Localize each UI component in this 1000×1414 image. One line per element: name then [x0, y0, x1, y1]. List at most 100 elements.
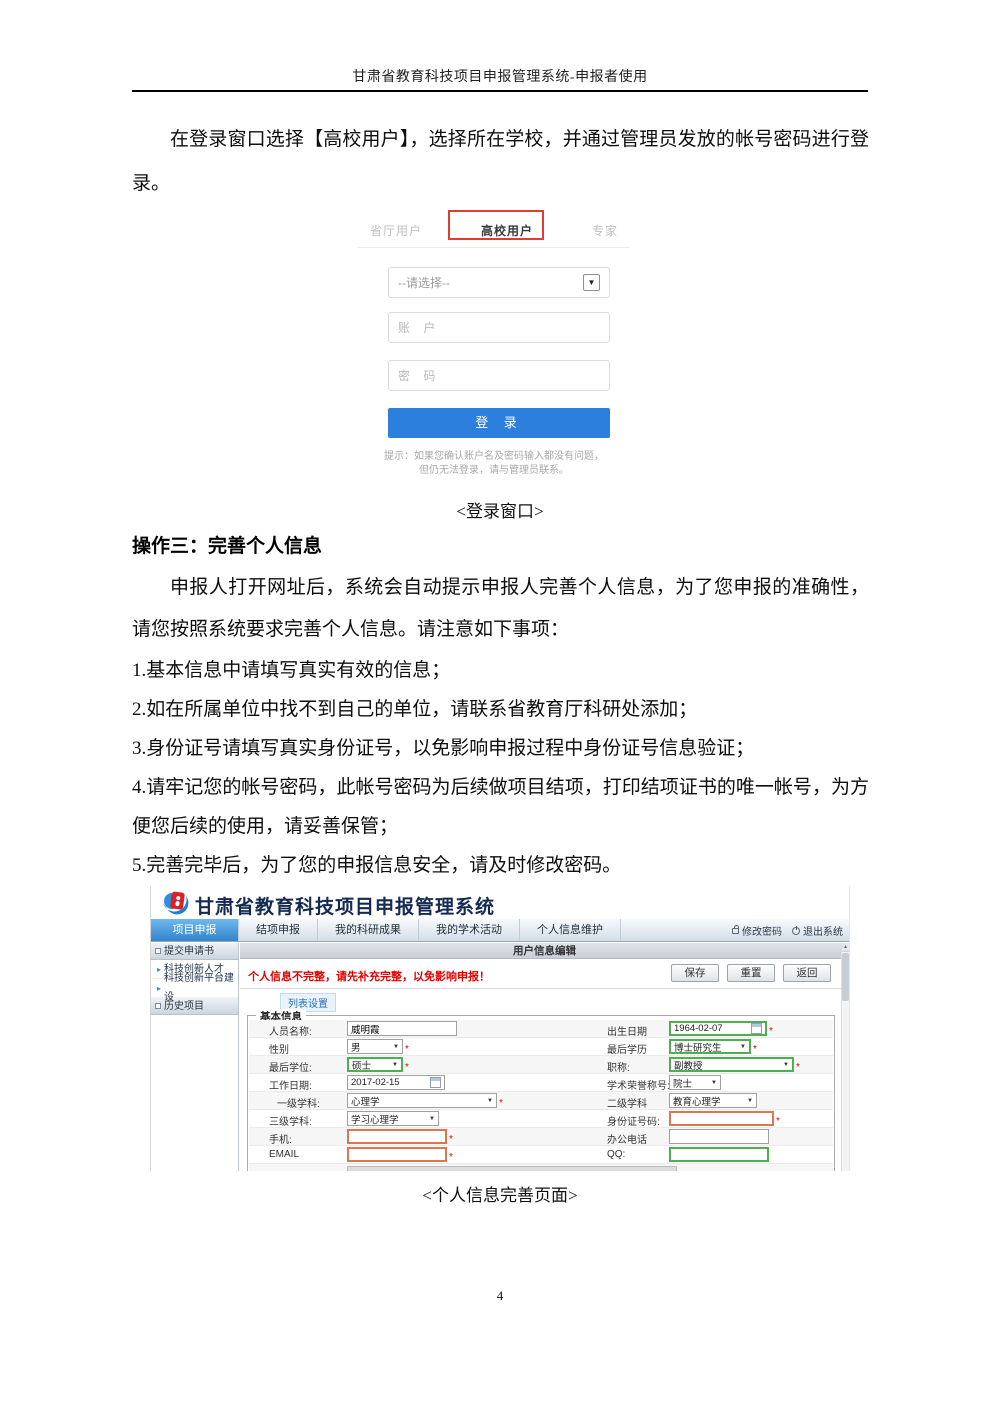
- note-item-4: 4.请牢记您的帐号密码，此帐号密码为后续做项目结项，打印结项证书的唯一帐号，为方…: [132, 768, 869, 846]
- note-item-5: 5.完善完毕后，为了您的申报信息安全，请及时修改密码。: [132, 846, 869, 885]
- calendar-icon[interactable]: [430, 1077, 441, 1088]
- school-select[interactable]: --请选择-- ▼: [388, 267, 610, 298]
- doc-header: 甘肃省教育科技项目申报管理系统-申报者使用: [0, 66, 1000, 86]
- field-label: 人员名称:: [269, 1023, 312, 1038]
- app-main-panel: 用户信息编辑 个人信息不完整，请先补充完整，以免影响申报！ 保存 重置 返回 列…: [240, 943, 849, 1171]
- field-label: 一级学科:: [277, 1095, 320, 1110]
- app-sidebar: 提交申请书 ▸ 科技创新人才 ▸ 科技创新平台建设 历史项目: [151, 943, 239, 1171]
- mobile-input[interactable]: [347, 1129, 447, 1144]
- change-password-link[interactable]: 修改密码: [732, 923, 782, 938]
- collapse-icon[interactable]: [155, 948, 161, 954]
- field-label: 职称:: [607, 1059, 630, 1074]
- field-label: 三级学科:: [269, 1113, 312, 1128]
- required-asterisk: *: [753, 1044, 757, 1055]
- nav-tab-closure-apply[interactable]: 结项申报: [239, 919, 318, 941]
- back-button[interactable]: 返回: [783, 964, 831, 982]
- gender-select[interactable]: 男▼: [347, 1039, 403, 1054]
- note-item-3: 3.身份证号请填写真实身份证号，以免影响申报过程中身份证号信息验证；: [132, 729, 869, 768]
- warning-row: 个人信息不完整，请先补充完整，以免影响申报！ 保存 重置 返回: [240, 959, 849, 989]
- chevron-down-icon: ▼: [425, 1116, 435, 1122]
- calendar-icon[interactable]: [751, 1023, 762, 1034]
- id-card-input[interactable]: [669, 1111, 774, 1126]
- field-label: 性别: [269, 1041, 289, 1056]
- app-title: 甘肃省教育科技项目申报管理系统: [195, 892, 495, 919]
- header-rule: [132, 90, 868, 92]
- page-number: 4: [0, 1288, 1000, 1304]
- required-asterisk: *: [499, 1098, 503, 1109]
- job-title-select[interactable]: 副教授▼: [669, 1057, 794, 1072]
- caption-login-window: <登录窗口>: [0, 497, 1000, 522]
- sidebar-section-history-label: 历史项目: [164, 998, 204, 1015]
- field-label: 最后学历: [607, 1041, 647, 1056]
- field-label: QQ:: [607, 1149, 625, 1160]
- nav-tab-project-apply[interactable]: 项目申报: [151, 919, 239, 941]
- field-label: 最后学位:: [269, 1059, 312, 1074]
- form-row-email-qq: EMAIL * QQ:: [249, 1146, 833, 1164]
- discipline2-select[interactable]: 教育心理学▼: [669, 1093, 757, 1108]
- field-label: 出生日期: [607, 1023, 647, 1038]
- nav-tab-academic-activity[interactable]: 我的学术活动: [419, 919, 520, 941]
- chevron-down-icon[interactable]: ▼: [583, 274, 600, 291]
- incomplete-warning: 个人信息不完整，请先补充完整，以免影响申报！: [248, 968, 490, 984]
- discipline3-select[interactable]: 学习心理学▼: [347, 1111, 439, 1126]
- work-date-input[interactable]: 2017-02-15: [347, 1075, 445, 1090]
- login-hint: 提示：如果您确认账户名及密码输入都没有问题， 但仍无法登录，请与管理员联系。: [356, 450, 632, 478]
- reset-button[interactable]: 重置: [727, 964, 775, 982]
- note-item-2: 2.如在所属单位中找不到自己的单位，请联系省教育厅科研处添加；: [132, 690, 869, 729]
- birthdate-input[interactable]: 1964-02-07: [669, 1021, 767, 1036]
- password-input[interactable]: [398, 369, 568, 383]
- field-label: EMAIL: [269, 1149, 299, 1160]
- office-phone-input[interactable]: [669, 1129, 769, 1144]
- form-row-partial: [249, 1164, 833, 1171]
- tabs-divider: [358, 247, 630, 248]
- name-input[interactable]: [347, 1021, 457, 1036]
- field-label: 学术荣誉称号:: [607, 1077, 670, 1092]
- section-heading: 操作三：完善个人信息: [132, 531, 322, 558]
- education-select[interactable]: 博士研究生▼: [669, 1039, 751, 1054]
- profile-page-screenshot: 甘肃省教育科技项目申报管理系统 项目申报 结项申报 我的科研成果 我的学术活动 …: [150, 886, 850, 1171]
- partial-input[interactable]: [347, 1166, 677, 1171]
- account-input[interactable]: [398, 321, 568, 335]
- scroll-up-icon[interactable]: ▲: [842, 943, 849, 952]
- required-asterisk: *: [405, 1062, 409, 1073]
- tab-province-user[interactable]: 省厅用户: [356, 212, 436, 249]
- required-asterisk: *: [776, 1116, 780, 1127]
- app-logo-icon: [159, 888, 191, 918]
- sidebar-item-innovation-platform[interactable]: ▸ 科技创新平台建设: [151, 979, 238, 998]
- form-row-gender-degree: 性别 男▼* 最后学历 博士研究生▼*: [249, 1038, 833, 1056]
- required-asterisk: *: [796, 1062, 800, 1073]
- qq-input[interactable]: [669, 1147, 769, 1162]
- chevron-down-icon: ▼: [736, 1044, 746, 1050]
- discipline1-select[interactable]: 心理学▼: [347, 1093, 497, 1108]
- caption-profile-page: <个人信息完善页面>: [0, 1181, 1000, 1206]
- scrollbar-thumb[interactable]: [842, 953, 849, 1001]
- list-config-row: 列表设置: [240, 989, 849, 1011]
- chevron-down-icon: ▼: [707, 1080, 717, 1086]
- email-input[interactable]: [347, 1147, 447, 1162]
- last-degree-select[interactable]: 硕士▼: [347, 1057, 403, 1072]
- login-window-screenshot: 省厅用户 高校用户 专家 --请选择-- ▼ 登 录 提示：如果您确认账户名及密…: [356, 206, 632, 482]
- collapse-icon[interactable]: [155, 1003, 161, 1009]
- field-label: 手机:: [269, 1131, 292, 1146]
- nav-tab-personal-info[interactable]: 个人信息维护: [520, 919, 621, 941]
- app-body: 提交申请书 ▸ 科技创新人才 ▸ 科技创新平台建设 历史项目 用户信息编辑: [151, 943, 849, 1171]
- login-button[interactable]: 登 录: [388, 408, 610, 438]
- vertical-scrollbar[interactable]: ▲: [841, 943, 849, 1171]
- form-row-mobile-office: 手机: * 办公电话: [249, 1128, 833, 1146]
- tab-expert[interactable]: 专家: [578, 212, 632, 249]
- basic-info-fieldset: 基本信息 人员名称: 出生日期 1964-02-07* 性别 男▼*: [247, 1015, 835, 1171]
- app-nav-bar: 项目申报 结项申报 我的科研成果 我的学术活动 个人信息维护 修改密码 退出系统: [151, 919, 849, 942]
- nav-tab-research-results[interactable]: 我的科研成果: [318, 919, 419, 941]
- save-button[interactable]: 保存: [671, 964, 719, 982]
- change-password-label: 修改密码: [742, 923, 782, 938]
- required-asterisk: *: [449, 1134, 453, 1145]
- honor-title-select[interactable]: 院士▼: [669, 1075, 721, 1090]
- required-asterisk: *: [405, 1044, 409, 1055]
- logout-link[interactable]: 退出系统: [792, 923, 843, 938]
- sidebar-section-submit-label: 提交申请书: [164, 943, 214, 960]
- login-hint-line1: 提示：如果您确认账户名及密码输入都没有问题，: [356, 450, 632, 464]
- note-item-1: 1.基本信息中请填写真实有效的信息；: [132, 651, 869, 690]
- sidebar-section-submit[interactable]: 提交申请书: [151, 943, 238, 960]
- paragraph-login-intro: 在登录窗口选择【高校用户】，选择所在学校，并通过管理员发放的帐号密码进行登录。: [132, 118, 869, 206]
- field-label: 身份证号码:: [607, 1113, 660, 1128]
